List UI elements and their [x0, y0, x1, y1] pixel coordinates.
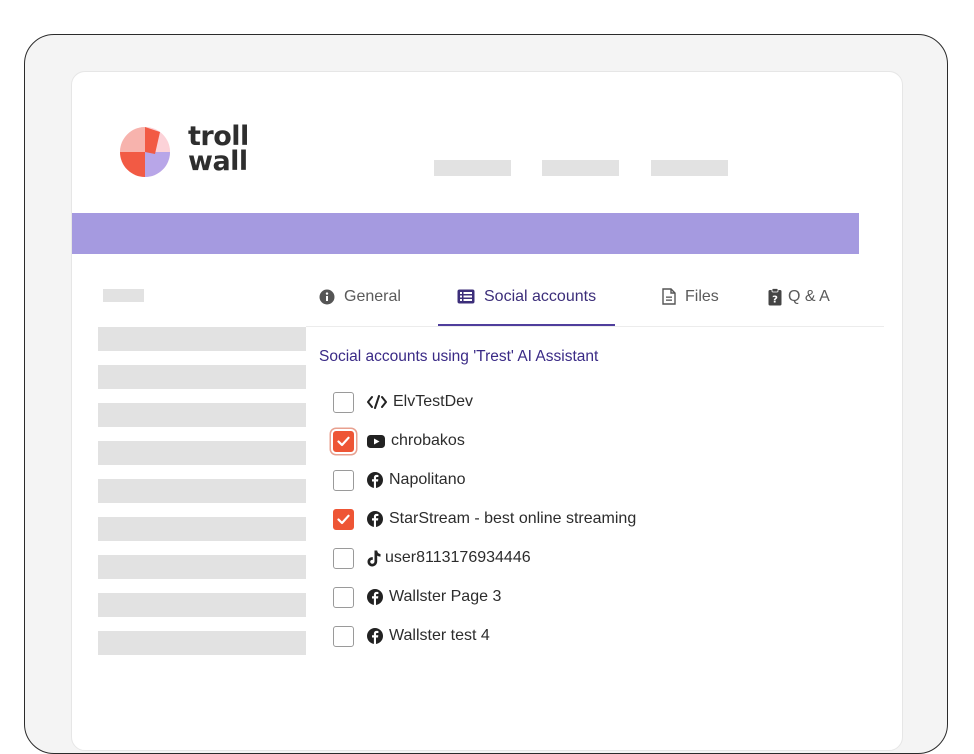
- tiktok-icon: [367, 550, 381, 566]
- sidebar-item-placeholder[interactable]: [98, 555, 306, 579]
- sidebar-item-placeholder[interactable]: [98, 441, 306, 465]
- account-checkbox[interactable]: [333, 586, 354, 608]
- account-checkbox[interactable]: [333, 508, 354, 530]
- youtube-icon: [367, 433, 385, 449]
- code-icon: [367, 394, 387, 410]
- tab-label: Social accounts: [484, 287, 597, 305]
- check-icon: [337, 436, 350, 446]
- account-item: chrobakos: [333, 429, 465, 453]
- tab-qa[interactable]: ? Q & A: [768, 268, 830, 325]
- account-item: Wallster test 4: [333, 624, 490, 648]
- settings-tabs: General Social accounts Files ? Q & A: [306, 268, 884, 327]
- sidebar-item-placeholder[interactable]: [98, 365, 306, 389]
- logo-mark-icon: [120, 127, 170, 177]
- sidebar-item-placeholder[interactable]: [98, 479, 306, 503]
- facebook-icon: [367, 472, 383, 488]
- account-name: user8113176934446: [385, 549, 531, 566]
- file-icon: [662, 288, 676, 305]
- clipboard-question-icon: ?: [768, 287, 782, 306]
- account-name: Wallster Page 3: [389, 588, 502, 605]
- sidebar-item-placeholder[interactable]: [98, 631, 306, 655]
- tab-label: Q & A: [788, 287, 830, 305]
- account-checkbox[interactable]: [333, 625, 354, 647]
- facebook-icon: [367, 511, 383, 527]
- nav-placeholder-2[interactable]: [542, 160, 619, 176]
- sidebar-item-placeholder[interactable]: [98, 327, 306, 351]
- sidebar-item-placeholder[interactable]: [98, 593, 306, 617]
- nav-placeholder-1[interactable]: [434, 160, 511, 176]
- header-banner: [72, 213, 859, 254]
- account-item: ElvTestDev: [333, 390, 473, 414]
- sidebar-item-placeholder[interactable]: [98, 517, 306, 541]
- account-checkbox[interactable]: [333, 547, 354, 569]
- tab-label: General: [344, 287, 401, 305]
- sidebar-item-placeholder[interactable]: [98, 403, 306, 427]
- tab-general[interactable]: General: [319, 268, 401, 325]
- sidebar-heading-placeholder: [103, 289, 144, 302]
- info-circle-icon: [319, 289, 335, 305]
- account-item: Napolitano: [333, 468, 466, 492]
- section-title: Social accounts using 'Trest' AI Assista…: [319, 348, 599, 365]
- tab-label: Files: [685, 287, 719, 305]
- account-checkbox[interactable]: [333, 430, 354, 452]
- facebook-icon: [367, 628, 383, 644]
- svg-text:?: ?: [772, 294, 778, 305]
- account-name: StarStream - best online streaming: [389, 510, 637, 527]
- account-item: StarStream - best online streaming: [333, 507, 636, 531]
- logo-line-2: wall: [188, 146, 248, 177]
- list-icon: [457, 289, 475, 304]
- tab-files[interactable]: Files: [662, 268, 719, 325]
- account-item: user8113176934446: [333, 546, 531, 570]
- nav-placeholder-3[interactable]: [651, 160, 728, 176]
- account-name: Napolitano: [389, 471, 466, 488]
- account-checkbox[interactable]: [333, 469, 354, 491]
- logo-wordmark: troll wall: [188, 123, 249, 177]
- trollwall-logo: troll wall: [120, 123, 270, 182]
- account-checkbox[interactable]: [333, 391, 354, 413]
- account-item: Wallster Page 3: [333, 585, 501, 609]
- check-icon: [337, 514, 350, 524]
- account-name: chrobakos: [391, 432, 465, 449]
- facebook-icon: [367, 589, 383, 605]
- account-name: Wallster test 4: [389, 627, 490, 644]
- tab-social-accounts[interactable]: Social accounts: [438, 268, 616, 326]
- account-name: ElvTestDev: [393, 393, 474, 410]
